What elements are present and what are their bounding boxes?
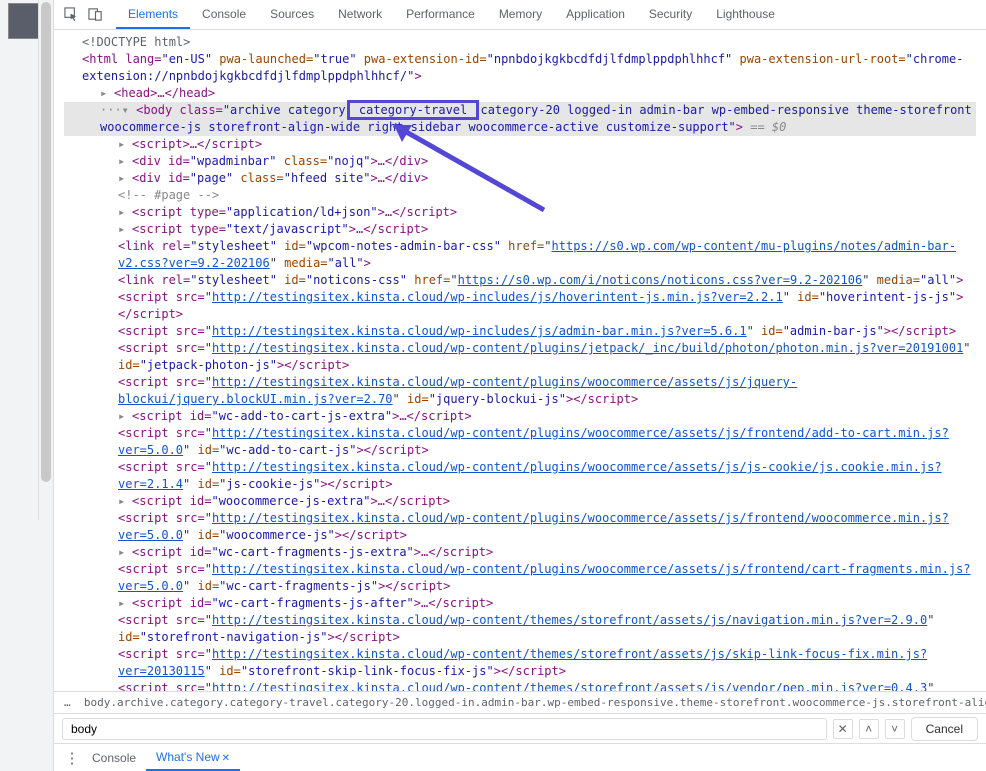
dom-line[interactable]: <script src="http://testingsitex.kinsta.… [64, 459, 976, 493]
dom-line[interactable]: <script src="http://testingsitex.kinsta.… [64, 510, 976, 544]
dom-line[interactable]: <link rel="stylesheet" id="noticons-css"… [64, 272, 976, 289]
dom-line[interactable]: <script src="http://testingsitex.kinsta.… [64, 612, 976, 646]
drawer-tab-console[interactable]: Console [82, 746, 146, 770]
tab-sources[interactable]: Sources [258, 1, 326, 29]
dom-line[interactable]: <div id="page" class="hfeed site">…</div… [64, 170, 976, 187]
tab-elements[interactable]: Elements [116, 1, 190, 29]
left-strip [0, 0, 54, 771]
dom-line[interactable]: <script id="woocommerce-js-extra">…</scr… [64, 493, 976, 510]
next-match-icon[interactable]: ˅ [885, 719, 905, 739]
dom-tree[interactable]: <!DOCTYPE html> <html lang="en-US" pwa-l… [54, 30, 986, 691]
dom-line[interactable]: <script type="text/javascript">…</script… [64, 221, 976, 238]
dom-line[interactable]: <div id="wpadminbar" class="nojq">…</div… [64, 153, 976, 170]
dom-line[interactable]: <script src="http://testingsitex.kinsta.… [64, 340, 976, 374]
dom-line[interactable]: <script src="http://testingsitex.kinsta.… [64, 323, 976, 340]
head-line[interactable]: <head>…</head> [64, 85, 976, 102]
dom-line[interactable]: <script src="http://testingsitex.kinsta.… [64, 289, 976, 323]
search-input[interactable] [62, 718, 827, 740]
dom-line[interactable]: <script src="http://testingsitex.kinsta.… [64, 561, 976, 595]
breadcrumb[interactable]: … body.archive.category.category-travel.… [54, 691, 986, 713]
tab-performance[interactable]: Performance [394, 1, 487, 29]
dom-line[interactable]: <script>…</script> [64, 136, 976, 153]
scrollbar-thumb[interactable] [41, 2, 51, 482]
dom-line[interactable]: <script src="http://testingsitex.kinsta.… [64, 374, 976, 408]
tab-console[interactable]: Console [190, 1, 258, 29]
tab-application[interactable]: Application [554, 1, 637, 29]
panel-tabs: Elements Console Sources Network Perform… [116, 1, 787, 29]
dom-line[interactable]: <script src="http://testingsitex.kinsta.… [64, 646, 976, 680]
drawer: ⋮ Console What's New✕ [54, 743, 986, 771]
dom-line[interactable]: <script src="http://testingsitex.kinsta.… [64, 680, 976, 691]
prev-match-icon[interactable]: ˄ [859, 719, 879, 739]
cancel-button[interactable]: Cancel [911, 717, 978, 741]
dom-line[interactable]: <script src="http://testingsitex.kinsta.… [64, 425, 976, 459]
drawer-tab-whatsnew[interactable]: What's New✕ [146, 745, 240, 771]
devtools-toolbar: Elements Console Sources Network Perform… [54, 0, 986, 30]
device-toggle-icon[interactable] [86, 6, 104, 24]
dom-line[interactable]: <script type="application/ld+json">…</sc… [64, 204, 976, 221]
search-bar: ✕ ˄ ˅ Cancel [54, 713, 986, 743]
dom-line[interactable]: <script id="wc-cart-fragments-js-extra">… [64, 544, 976, 561]
clear-icon[interactable]: ✕ [833, 719, 853, 739]
body-line[interactable]: ···▾ <body class="archive category categ… [64, 102, 976, 136]
close-icon[interactable]: ✕ [222, 753, 230, 764]
tab-network[interactable]: Network [326, 1, 394, 29]
html-line[interactable]: <html lang="en-US" pwa-launched="true" p… [64, 51, 976, 85]
breadcrumb-item[interactable]: … [64, 696, 71, 709]
dom-line[interactable]: <script id="wc-add-to-cart-js-extra">…</… [64, 408, 976, 425]
highlighted-class: category-travel [347, 100, 480, 120]
tab-memory[interactable]: Memory [487, 1, 554, 29]
dom-comment[interactable]: <!-- #page --> [64, 187, 976, 204]
doctype-line[interactable]: <!DOCTYPE html> [64, 34, 976, 51]
tab-lighthouse[interactable]: Lighthouse [704, 1, 787, 29]
drawer-menu-icon[interactable]: ⋮ [62, 749, 82, 767]
dom-line[interactable]: <link rel="stylesheet" id="wpcom-notes-a… [64, 238, 976, 272]
source-scrollbar[interactable] [38, 0, 53, 520]
breadcrumb-item[interactable]: body.archive.category.category-travel.ca… [84, 696, 986, 709]
dom-line[interactable]: <script id="wc-cart-fragments-js-after">… [64, 595, 976, 612]
inspect-icon[interactable] [62, 6, 80, 24]
tab-security[interactable]: Security [637, 1, 704, 29]
